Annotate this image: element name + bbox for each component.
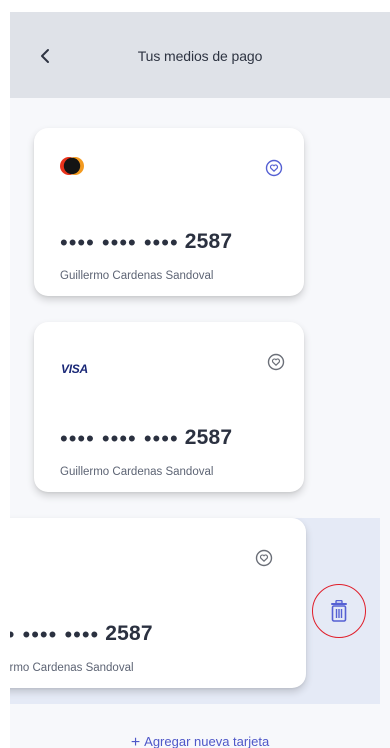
card-number-mask: •••• •••• ••••: [60, 426, 179, 451]
mastercard-logo-icon: [60, 156, 86, 176]
card-last4: 2587: [184, 230, 233, 253]
card-holder-name: llermo Cardenas Sandoval: [10, 662, 134, 674]
favorite-button[interactable]: [266, 352, 286, 372]
card-number-mask: •••• •••• ••••: [60, 230, 179, 255]
card-number-mask: •• •••• ••••: [10, 622, 100, 647]
delete-card-button[interactable]: [312, 584, 366, 638]
add-new-card-label: Agregar nueva tarjeta: [144, 734, 270, 748]
card-holder-name: Guillermo Cardenas Sandoval: [60, 466, 214, 478]
payment-methods-screen: Tus medios de pago •••• •••• •••• 2587 G…: [10, 12, 390, 748]
card-number: •••• •••• •••• 2587: [60, 426, 232, 452]
payment-card-mastercard[interactable]: •••• •••• •••• 2587 Guillermo Cardenas S…: [34, 128, 304, 296]
card-holder-name: Guillermo Cardenas Sandoval: [60, 270, 214, 282]
favorite-button[interactable]: [264, 158, 284, 178]
add-new-card-link[interactable]: + Agregar nueva tarjeta: [10, 734, 390, 748]
payment-card-swiped[interactable]: c •• •••• •••• 2587 llermo Cardenas Sand…: [10, 518, 306, 688]
favorite-button[interactable]: [254, 548, 274, 568]
payment-card-visa[interactable]: VISA •••• •••• •••• 2587 Guillermo Carde…: [34, 322, 304, 492]
app-header: Tus medios de pago: [10, 12, 390, 98]
visa-logo-icon: VISA: [61, 362, 88, 376]
plus-icon: +: [130, 734, 141, 748]
heart-icon: [265, 159, 283, 177]
page-title: Tus medios de pago: [137, 48, 263, 64]
card-number: •• •••• •••• 2587: [10, 622, 153, 648]
heart-icon: [267, 353, 285, 371]
heart-icon: [255, 549, 273, 567]
card-number: •••• •••• •••• 2587: [60, 230, 232, 256]
trash-icon: [331, 600, 347, 622]
card-last4: 2587: [184, 426, 233, 449]
card-last4: 2587: [105, 622, 153, 645]
